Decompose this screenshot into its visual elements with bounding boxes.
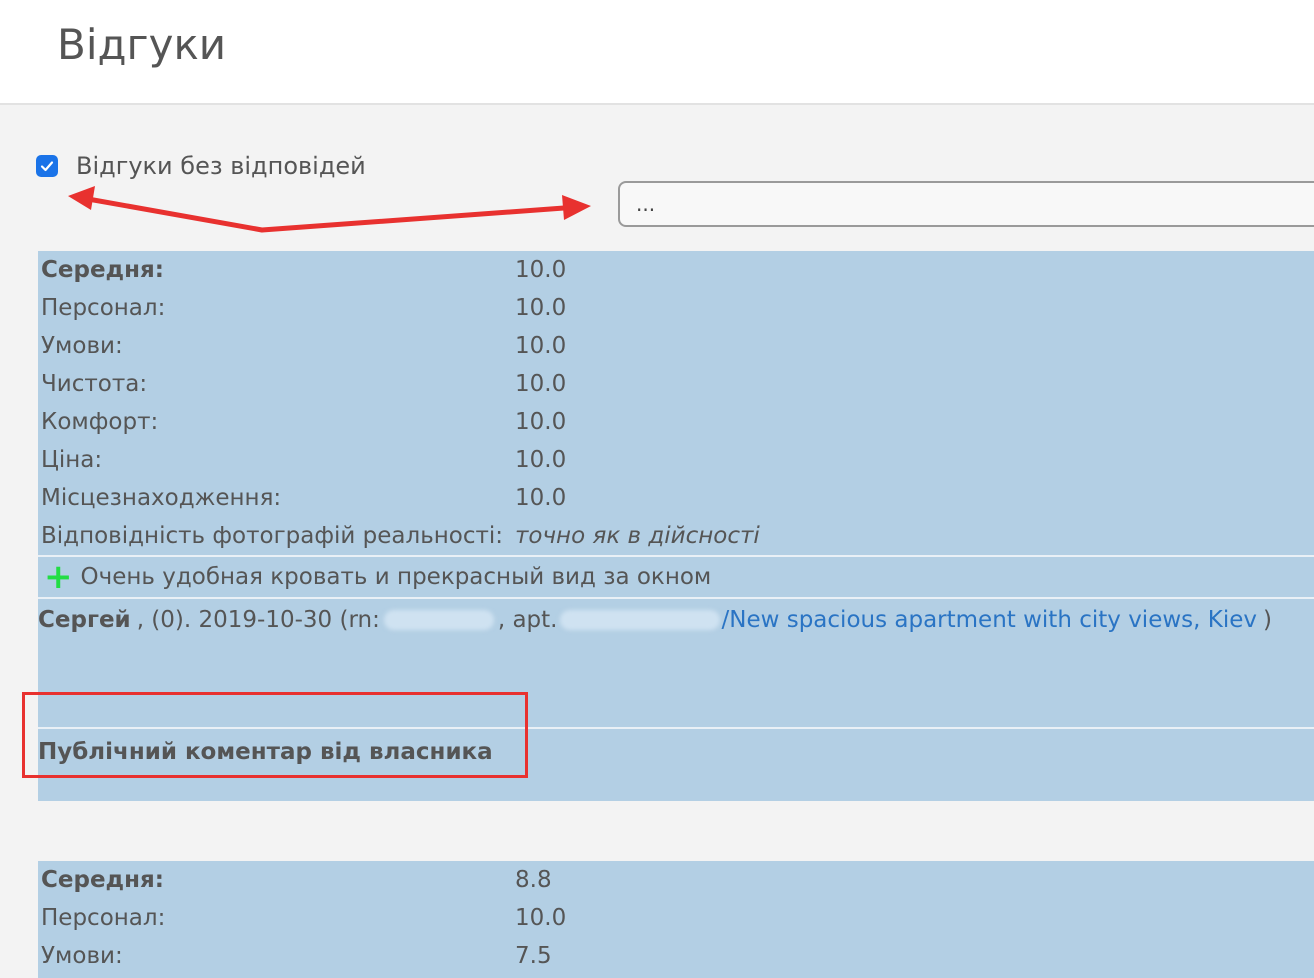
rating-row: Персонал: 10.0 [38,289,1314,327]
positive-comment-text: Очень удобная кровать и прекрасный вид з… [80,564,712,590]
arrowhead-left-icon [68,186,95,210]
rating-value: 7.5 [515,943,552,969]
rating-row: Чистота: 10.0 [38,365,1314,403]
arrowhead-right-icon [562,195,591,220]
page-header: Відгуки [0,0,1314,105]
rating-row: Персонал: 10.0 [38,899,1314,937]
rating-label: Персонал: [41,295,166,321]
arrow-line-left [85,196,265,233]
rating-row: Умови: 7.5 [38,937,1314,975]
rating-row: Комфорт: 10.0 [38,403,1314,441]
rating-value: 10.0 [515,295,567,321]
author-name: Сергей [38,607,131,633]
rating-value: 10.0 [515,447,567,473]
page-title: Відгуки [57,20,227,69]
checkmark-icon [40,161,54,172]
annotation-highlight-box [22,692,528,778]
review-meta: Сергей , (0). 2019-10-30 (rn: , apt. /Ne… [38,599,1314,641]
rating-value: точно як в дійсності [515,523,760,549]
review-card: Середня: 8.8 Персонал: 10.0 Умови: 7.5 [38,861,1314,978]
rating-label: Умови: [41,333,123,359]
apartment-link[interactable]: /New spacious apartment with city views,… [722,607,1258,633]
redacted-apt [559,610,720,630]
rating-row: Середня: 8.8 [38,861,1314,899]
rating-row: Місцезнаходження: 10.0 [38,479,1314,517]
rating-value: 10.0 [515,371,567,397]
rating-value: 8.8 [515,867,552,893]
rating-label: Середня: [41,257,164,283]
rating-label: Ціна: [41,447,103,473]
rating-label: Умови: [41,943,123,969]
rating-label: Персонал: [41,905,166,931]
meta-close: ) [1263,607,1272,633]
unanswered-filter-label: Відгуки без відповідей [76,152,366,180]
rating-label: Чистота: [41,371,148,397]
rating-row: Середня: 10.0 [38,251,1314,289]
rating-value: 10.0 [515,905,567,931]
rating-label: Відповідність фотографій реальності: [41,523,504,549]
review-date: , (0). 2019-10-30 (rn: [136,607,380,633]
rating-value: 10.0 [515,257,567,283]
rating-row: Умови: 10.0 [38,327,1314,365]
apt-prefix: , apt. [497,607,558,633]
rating-label: Комфорт: [41,409,159,435]
rating-row: Відповідність фотографій реальності: точ… [38,517,1314,555]
rating-label: Місцезнаходження: [41,485,282,511]
unanswered-checkbox[interactable] [36,155,58,177]
positive-comment: + Очень удобная кровать и прекрасный вид… [38,557,1314,597]
arrow-line-right [259,205,567,233]
rating-label: Середня: [41,867,164,893]
redacted-rn [383,610,494,630]
rating-value: 10.0 [515,333,567,359]
rating-value: 10.0 [515,485,567,511]
plus-icon: + [44,557,73,597]
rating-value: 10.0 [515,409,567,435]
unanswered-filter[interactable]: Відгуки без відповідей [36,152,366,180]
search-input[interactable] [618,181,1314,227]
rating-row: Ціна: 10.0 [38,441,1314,479]
